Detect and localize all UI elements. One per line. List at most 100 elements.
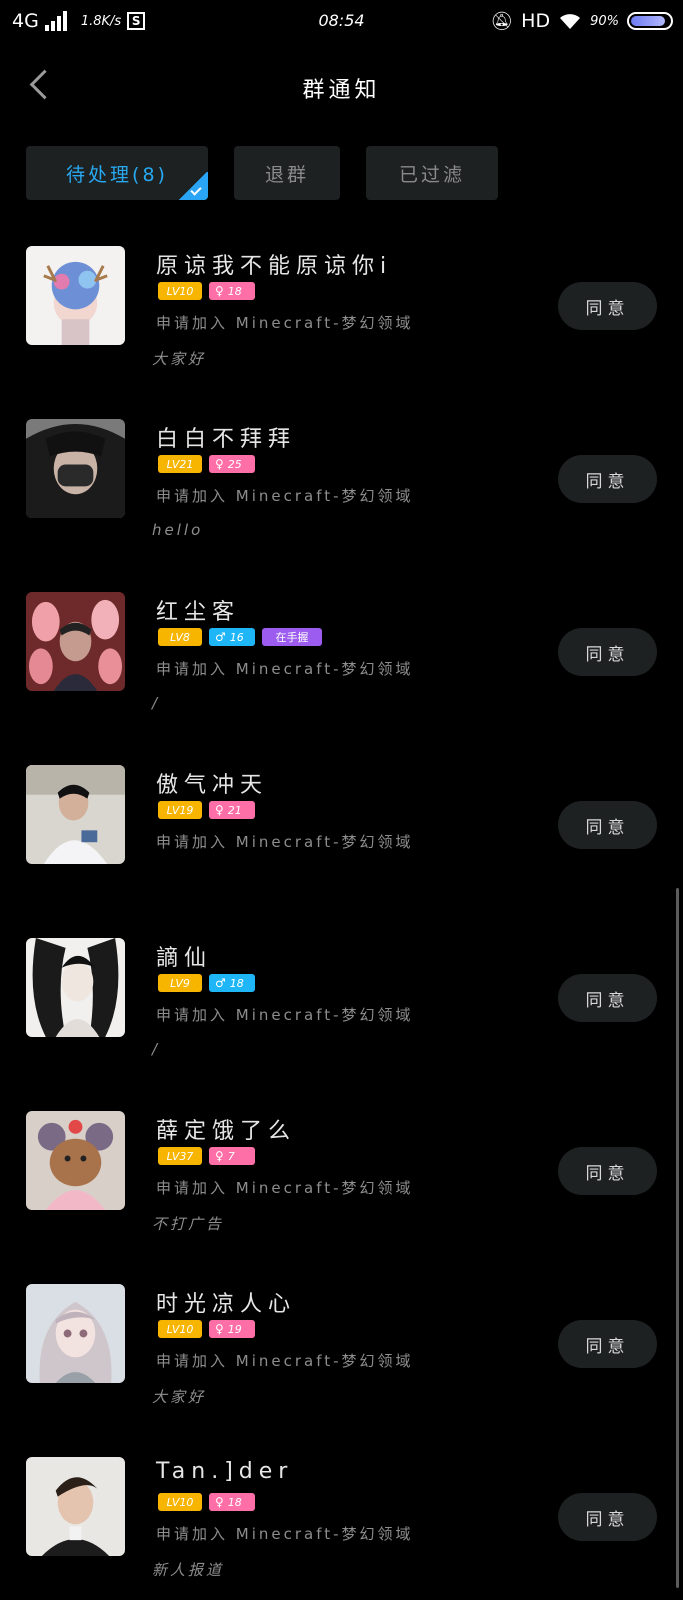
female-icon: ♀ — [215, 803, 224, 817]
avatar[interactable] — [26, 1457, 125, 1556]
tag-badge: 在手握 — [262, 628, 322, 646]
female-icon: ♀ — [215, 1149, 224, 1163]
age: 21 — [227, 803, 242, 817]
badges: LV10 ♀ 18 — [158, 1493, 255, 1511]
level-badge: LV37 — [158, 1147, 202, 1165]
apply-message: 大家好 — [152, 1388, 207, 1406]
age: 25 — [227, 457, 242, 471]
age: 16 — [229, 630, 244, 644]
list-item: 原谅我不能原谅你i LV10 ♀ 18 申请加入 Minecraft-梦幻领域 大… — [0, 230, 683, 403]
username: 薛定饿了么 — [156, 1119, 297, 1144]
age: 18 — [227, 1495, 242, 1509]
tab-pending[interactable]: 待处理(8) — [26, 146, 208, 200]
hd-indicator: HD — [521, 10, 551, 32]
level-badge: LV21 — [158, 455, 202, 473]
age: 19 — [227, 1322, 242, 1336]
agree-button[interactable]: 同意 — [558, 1147, 657, 1195]
agree-button[interactable]: 同意 — [558, 801, 657, 849]
level-badge: LV19 — [158, 801, 202, 819]
apply-message: / — [152, 694, 161, 712]
badges: LV19 ♀ 21 — [158, 801, 255, 819]
list-item: 白白不拜拜 LV21 ♀ 25 申请加入 Minecraft-梦幻领域 hello… — [0, 403, 683, 576]
agree-button[interactable]: 同意 — [558, 282, 657, 330]
level-badge: LV8 — [158, 628, 202, 646]
age: 18 — [227, 284, 242, 298]
apply-message: / — [152, 1040, 161, 1058]
apply-message: 大家好 — [152, 350, 207, 368]
agree-button[interactable]: 同意 — [558, 974, 657, 1022]
list-item: 时光凉人心 LV10 ♀ 19 申请加入 Minecraft-梦幻领域 大家好 同… — [0, 1268, 683, 1441]
apply-text: 申请加入 Minecraft-梦幻领域 — [156, 1179, 414, 1197]
gender-age-badge: ♀ 18 — [209, 282, 255, 300]
apply-message: hello — [152, 521, 204, 539]
female-icon: ♀ — [215, 1322, 224, 1336]
apply-message: 新人报道 — [152, 1561, 225, 1579]
avatar[interactable] — [26, 592, 125, 691]
scrollbar[interactable] — [676, 888, 679, 1588]
tab-quit-group[interactable]: 退群 — [234, 146, 340, 200]
battery-icon — [627, 12, 673, 30]
list-item: 红尘客 LV8 ♂ 16 在手握 申请加入 Minecraft-梦幻领域 / 同意 — [0, 576, 683, 749]
list-item: 薛定饿了么 LV37 ♀ 7 申请加入 Minecraft-梦幻领域 不打广告 同… — [0, 1095, 683, 1268]
username: 謫仙 — [156, 946, 213, 971]
list-item: 傲气冲天 LV19 ♀ 21 申请加入 Minecraft-梦幻领域 同意 — [0, 749, 683, 922]
username: 时光凉人心 — [156, 1292, 297, 1317]
female-icon: ♀ — [215, 457, 224, 471]
agree-button[interactable]: 同意 — [558, 628, 657, 676]
apply-text: 申请加入 Minecraft-梦幻领域 — [156, 314, 414, 332]
badges: LV21 ♀ 25 — [158, 455, 255, 473]
username: 红尘客 — [156, 600, 241, 625]
avatar[interactable] — [26, 1284, 125, 1383]
badges: LV9 ♂ 18 — [158, 974, 255, 992]
apply-text: 申请加入 Minecraft-梦幻领域 — [156, 1525, 414, 1543]
male-icon: ♂ — [215, 976, 226, 990]
apply-text: 申请加入 Minecraft-梦幻领域 — [156, 1006, 414, 1024]
list-item: 謫仙 LV9 ♂ 18 申请加入 Minecraft-梦幻领域 / 同意 — [0, 922, 683, 1095]
wifi-icon — [560, 14, 581, 29]
gender-age-badge: ♀ 21 — [209, 801, 255, 819]
level-badge: LV9 — [158, 974, 202, 992]
male-icon: ♂ — [215, 630, 226, 644]
avatar[interactable] — [26, 246, 125, 345]
avatar[interactable] — [26, 765, 125, 864]
age: 7 — [227, 1149, 235, 1163]
apply-text: 申请加入 Minecraft-梦幻领域 — [156, 833, 414, 851]
agree-button[interactable]: 同意 — [558, 1493, 657, 1541]
gender-age-badge: ♂ 16 — [209, 628, 255, 646]
apply-text: 申请加入 Minecraft-梦幻领域 — [156, 487, 414, 505]
female-icon: ♀ — [215, 1495, 224, 1509]
mute-bell-icon: 🔕︎ — [490, 10, 514, 32]
tab-label: 退群 — [264, 163, 309, 186]
level-badge: LV10 — [158, 282, 202, 300]
avatar[interactable] — [26, 1111, 125, 1210]
tab-label: 待处理(8) — [66, 163, 168, 186]
username: 傲气冲天 — [156, 773, 269, 798]
page-title: 群通知 — [302, 78, 381, 103]
agree-button[interactable]: 同意 — [558, 1320, 657, 1368]
gender-age-badge: ♀ 19 — [209, 1320, 255, 1338]
username: Tan.]der — [156, 1459, 294, 1484]
selected-check-icon — [178, 172, 208, 200]
apply-text: 申请加入 Minecraft-梦幻领域 — [156, 660, 414, 678]
agree-button[interactable]: 同意 — [558, 455, 657, 503]
level-badge: LV10 — [158, 1493, 202, 1511]
tab-filtered[interactable]: 已过滤 — [366, 146, 498, 200]
username: 白白不拜拜 — [156, 427, 297, 452]
badges: LV8 ♂ 16 在手握 — [158, 628, 322, 646]
avatar[interactable] — [26, 419, 125, 518]
username: 原谅我不能原谅你i — [156, 254, 393, 279]
apply-text: 申请加入 Minecraft-梦幻领域 — [156, 1352, 414, 1370]
badges: LV10 ♀ 18 — [158, 282, 255, 300]
list-item: Tan.]der LV10 ♀ 18 申请加入 Minecraft-梦幻领域 新人… — [0, 1441, 683, 1600]
gender-age-badge: ♂ 18 — [209, 974, 255, 992]
level-badge: LV10 — [158, 1320, 202, 1338]
gender-age-badge: ♀ 25 — [209, 455, 255, 473]
avatar[interactable] — [26, 938, 125, 1037]
badges: LV10 ♀ 19 — [158, 1320, 255, 1338]
tab-label: 已过滤 — [398, 163, 465, 186]
apply-message: 不打广告 — [152, 1215, 225, 1233]
status-bar: 4G 1.8K/s S 08:54 🔕︎ HD 90% — [0, 0, 683, 46]
female-icon: ♀ — [215, 284, 224, 298]
request-list: 原谅我不能原谅你i LV10 ♀ 18 申请加入 Minecraft-梦幻领域 大… — [0, 230, 683, 1600]
badges: LV37 ♀ 7 — [158, 1147, 255, 1165]
